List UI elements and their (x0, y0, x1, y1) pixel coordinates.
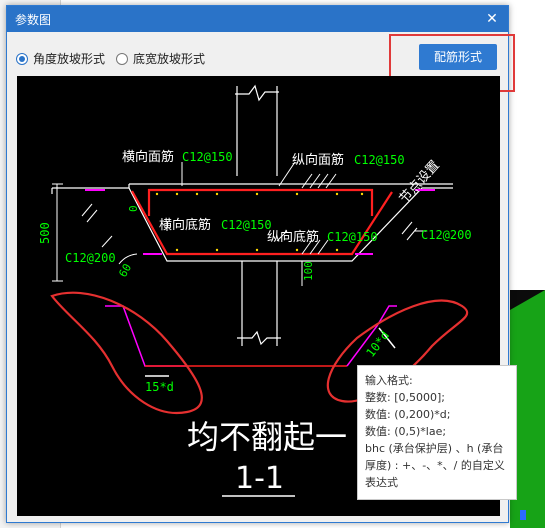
top-bar-spec: C12@150 (182, 150, 233, 164)
tooltip-line: 数值: (0,200)*d; (365, 408, 451, 421)
dialog-title: 参数图 (15, 13, 52, 27)
annotation-text: 均不翻起一 (187, 418, 347, 456)
option-bottom-width-slope[interactable]: 底宽放坡形式 (116, 50, 205, 67)
dim-zero: 0 (127, 205, 140, 212)
radio-unchecked-icon[interactable] (116, 52, 128, 65)
close-icon[interactable]: ✕ (482, 9, 502, 29)
long-bottom-label: 纵向底筋 (267, 229, 319, 245)
option-angle-slope[interactable]: 角度放坡形式 (16, 50, 105, 67)
dim-pedestal: 100 (302, 261, 315, 281)
dim-anchor-right: 10*d (363, 328, 392, 359)
side-left-spec: C12@200 (65, 251, 116, 265)
option-angle-slope-label: 角度放坡形式 (33, 52, 106, 66)
radio-checked-icon[interactable] (16, 52, 28, 65)
input-format-tooltip: 输入格式: 整数: [0,5000]; 数值: (0,200)*d; 数值: (… (357, 365, 517, 500)
dialog-titlebar: 参数图 ✕ (7, 6, 508, 32)
column-top (235, 84, 279, 176)
dim-height: 500 (38, 222, 52, 244)
bottom-bar-spec: C12@150 (221, 218, 272, 232)
side-right-spec: C12@200 (421, 228, 472, 242)
dim-anchor-left: 15*d (145, 380, 174, 394)
option-bottom-width-slope-label: 底宽放坡形式 (133, 52, 206, 66)
long-top-label: 纵向面筋 (292, 152, 344, 168)
dimension-lines (52, 183, 303, 286)
bottom-bar-label: 横向底筋 (159, 217, 211, 233)
long-bottom-spec: C12@150 (327, 230, 378, 244)
tooltip-line: bhc (承台保护层) 、h (承台厚度) : +、-、*、/ 的自定义表达式 (365, 442, 505, 489)
tooltip-line: 数值: (0,5)*lae; (365, 425, 447, 438)
pedestal (237, 261, 281, 346)
tooltip-line: 输入格式: (365, 374, 413, 387)
tooltip-line: 整数: [0,5000]; (365, 391, 445, 404)
section-label: 1-1 (235, 461, 284, 496)
top-bar-label: 横向面筋 (122, 149, 174, 165)
long-top-spec: C12@150 (354, 153, 405, 167)
dim-angle: 60 (116, 262, 134, 280)
